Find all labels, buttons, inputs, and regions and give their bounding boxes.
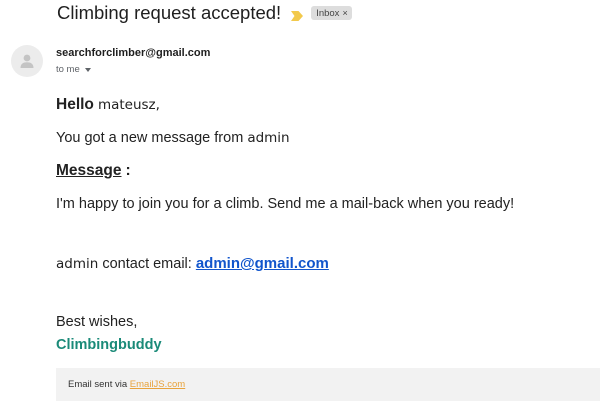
contact-line: admin contact email: admin@gmail.com [56, 255, 329, 272]
closing-text: Best wishes, [56, 314, 138, 330]
caret-down-icon [84, 67, 91, 72]
email-footer: Email sent via EmailJS.com [56, 368, 600, 401]
contact-email-link[interactable]: admin@gmail.com [196, 255, 329, 272]
email-subject: Climbing request accepted! [57, 2, 282, 23]
importance-marker-icon[interactable] [291, 8, 304, 21]
message-heading-line: Message : [56, 162, 131, 180]
new-message-line: You got a new message from admin [56, 130, 290, 146]
message-text: I'm happy to join you for a climb. Send … [56, 196, 515, 212]
recipient-details-toggle[interactable]: to me [56, 64, 91, 75]
sender-avatar[interactable] [11, 45, 43, 77]
subject-row: Climbing request accepted! Inbox × [57, 1, 352, 25]
remove-label-icon[interactable]: × [342, 8, 347, 18]
new-message-prefix: You got a new message from [56, 130, 244, 146]
sender-address[interactable]: searchforclimber@gmail.com [56, 47, 210, 59]
recipient-name: mateusz, [97, 97, 160, 113]
greeting-hello: Hello [56, 96, 94, 113]
email-view: Climbing request accepted! Inbox × searc… [0, 0, 600, 408]
person-icon [20, 54, 34, 68]
footer-prefix: Email sent via [68, 379, 128, 390]
emailjs-link[interactable]: EmailJS.com [130, 379, 185, 390]
footer-text: Email sent via EmailJS.com [68, 379, 185, 390]
new-message-from: admin [247, 130, 290, 146]
inbox-label-chip[interactable]: Inbox × [311, 6, 352, 20]
recipient-text: to me [56, 64, 80, 75]
greeting-line: Hello mateusz, [56, 96, 160, 114]
message-heading: Message [56, 162, 122, 179]
message-heading-colon: : [125, 162, 131, 179]
contact-label: contact email: [102, 256, 192, 272]
inbox-label-text: Inbox [316, 7, 340, 19]
contact-sender: admin [56, 256, 99, 272]
signature: Climbingbuddy [56, 337, 162, 353]
